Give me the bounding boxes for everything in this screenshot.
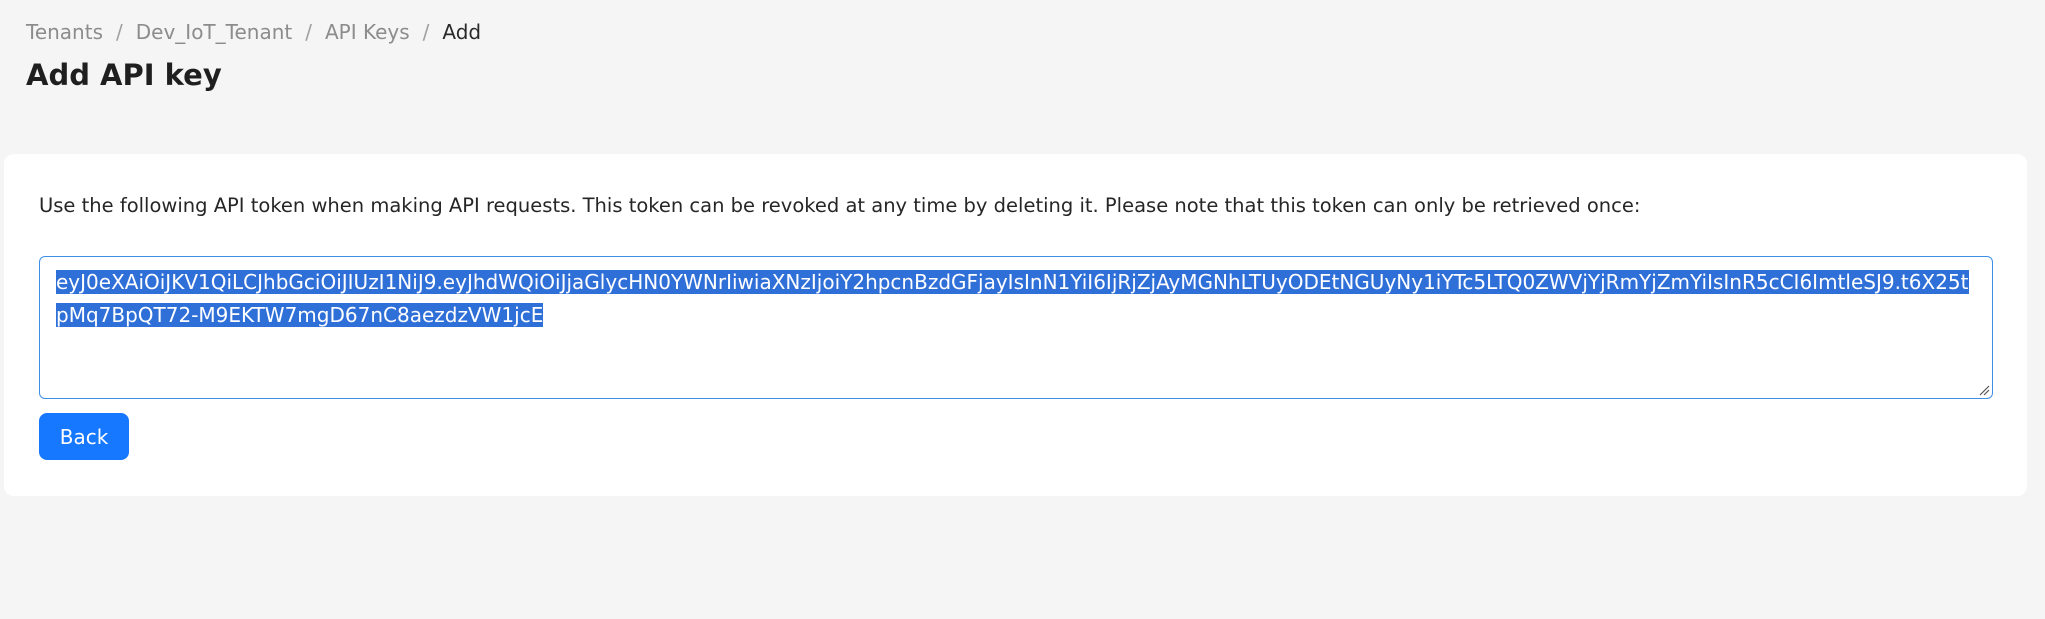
breadcrumb: Tenants / Dev_IoT_Tenant / API Keys / Ad…	[26, 18, 481, 46]
api-token-value: eyJ0eXAiOiJKV1QiLCJhbGciOiJIUzI1NiJ9.eyJ…	[56, 266, 1976, 332]
breadcrumb-tenant-link[interactable]: Dev_IoT_Tenant	[136, 20, 292, 44]
resize-handle-icon[interactable]	[1978, 384, 1990, 396]
token-instructions: Use the following API token when making …	[39, 194, 1641, 217]
page-title: Add API key	[26, 58, 222, 92]
api-token-textarea[interactable]: eyJ0eXAiOiJKV1QiLCJhbGciOiJIUzI1NiJ9.eyJ…	[39, 256, 1993, 399]
breadcrumb-separator: /	[116, 20, 123, 44]
api-token-card: Use the following API token when making …	[4, 154, 2027, 496]
breadcrumb-separator: /	[305, 20, 312, 44]
breadcrumb-api-keys-link[interactable]: API Keys	[325, 20, 410, 44]
breadcrumb-current: Add	[442, 20, 482, 44]
selected-token-text: eyJ0eXAiOiJKV1QiLCJhbGciOiJIUzI1NiJ9.eyJ…	[56, 270, 1969, 327]
breadcrumb-tenants-link[interactable]: Tenants	[26, 20, 103, 44]
back-button[interactable]: Back	[39, 413, 129, 460]
breadcrumb-separator: /	[422, 20, 430, 44]
